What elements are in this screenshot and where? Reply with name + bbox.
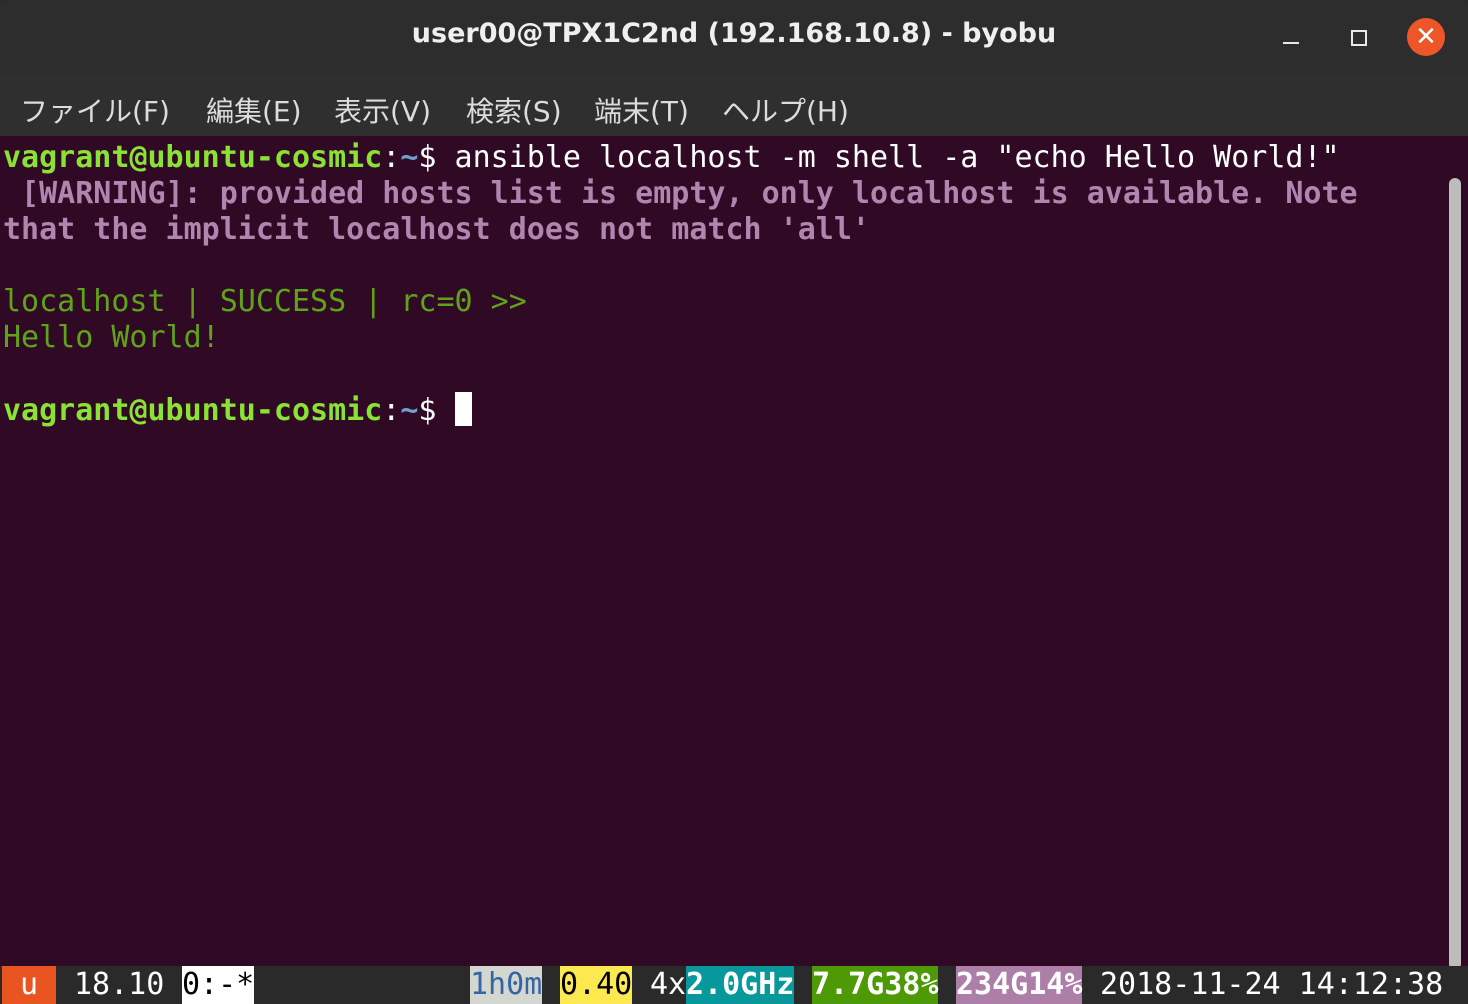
load-average: 0.40	[560, 966, 633, 1004]
disk-usage: 234G14%	[956, 966, 1083, 1004]
date-time: 2018-11-24 14:12:38	[1100, 967, 1444, 1002]
close-icon[interactable]: ✕	[1407, 18, 1445, 56]
window-title: user00@TPX1C2nd (192.168.10.8) - byobu	[411, 18, 1057, 49]
terminal-area[interactable]: vagrant@ubuntu-cosmic:~$ ansible localho…	[0, 136, 1468, 966]
result-line: localhost | SUCCESS | rc=0 >>	[3, 284, 527, 319]
minimize-icon[interactable]	[1272, 18, 1310, 56]
release-version: 18.10	[74, 967, 165, 1002]
uptime: 1h0m	[470, 966, 543, 1004]
maximize-icon[interactable]	[1339, 18, 1377, 56]
command-text: ansible localhost -m shell -a "echo Hell…	[454, 140, 1340, 175]
cpu-frequency: 2.0GHz	[686, 966, 795, 1004]
prompt-path: ~	[400, 393, 419, 428]
prompt-path: ~	[400, 140, 419, 175]
window-list[interactable]: 0:-*	[182, 966, 254, 1004]
menu-view[interactable]: 表示(V)	[334, 90, 431, 130]
scrollbar[interactable]	[1449, 178, 1461, 970]
menu-edit[interactable]: 編集(E)	[206, 90, 302, 130]
prompt-colon: :	[382, 393, 401, 428]
title-bar[interactable]: user00@TPX1C2nd (192.168.10.8) - byobu ✕	[0, 0, 1468, 74]
prompt-line: vagrant@ubuntu-cosmic:~$	[3, 392, 472, 428]
menu-search[interactable]: 検索(S)	[466, 90, 562, 130]
prompt-user: vagrant@ubuntu-cosmic	[3, 393, 383, 428]
prompt-symbol: $	[418, 140, 455, 175]
command-line: vagrant@ubuntu-cosmic:~$ ansible localho…	[3, 140, 1340, 176]
text-cursor	[454, 392, 472, 426]
terminal-window: user00@TPX1C2nd (192.168.10.8) - byobu ✕…	[0, 0, 1468, 1004]
menu-bar: ファイル(F) 編集(E) 表示(V) 検索(S) 端末(T) ヘルプ(H)	[0, 74, 1468, 136]
prompt-user: vagrant@ubuntu-cosmic	[3, 140, 383, 175]
menu-help[interactable]: ヘルプ(H)	[722, 90, 849, 130]
prompt-symbol: $	[418, 393, 455, 428]
warning-line-1: [WARNING]: provided hosts list is empty,…	[3, 176, 1358, 211]
byobu-status-bar: u 18.10 0:-* 1h0m 0.40 4x 2.0GHz 7.7G38%…	[0, 966, 1468, 1004]
ubuntu-logo: u	[2, 966, 56, 1004]
menu-file[interactable]: ファイル(F)	[20, 90, 170, 130]
prompt-colon: :	[382, 140, 401, 175]
menu-terminal[interactable]: 端末(T)	[594, 90, 689, 130]
warning-line-2: that the implicit localhost does not mat…	[3, 212, 870, 247]
output-line: Hello World!	[3, 320, 220, 355]
memory-usage: 7.7G38%	[812, 966, 939, 1004]
cpu-count: 4x	[650, 967, 687, 1002]
